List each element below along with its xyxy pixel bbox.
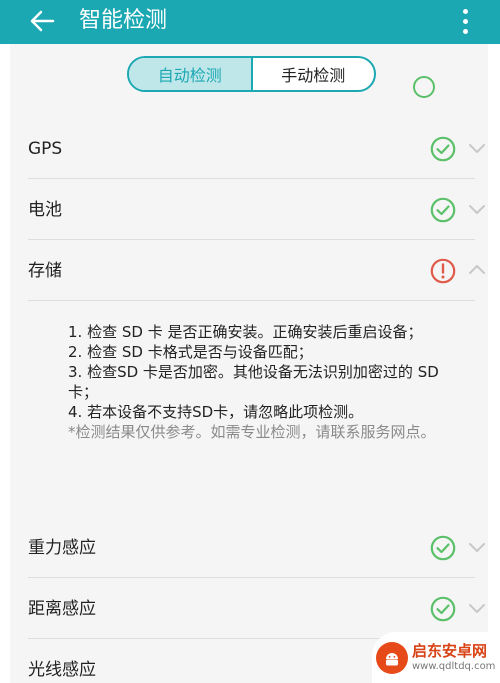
chevron-down-icon[interactable] xyxy=(468,202,486,216)
chevron-down-icon[interactable] xyxy=(468,141,486,155)
list-item-label: GPS xyxy=(28,139,63,159)
tab-auto-detect[interactable]: 自动检测 xyxy=(129,58,253,90)
chevron-up-icon[interactable] xyxy=(468,263,486,277)
detail-note: *检测结果仅供参考。如需专业检测，请联系服务网点。 xyxy=(68,423,436,441)
tab-manual-detect[interactable]: 手动检测 xyxy=(253,58,375,90)
exclamation-circle-icon xyxy=(430,258,456,284)
back-button[interactable] xyxy=(24,4,60,38)
more-menu-button[interactable] xyxy=(451,4,479,38)
watermark: 启东安卓网 www.qdltdq.com xyxy=(372,632,500,683)
list-item-proximity-sensor[interactable]: 距离感应 xyxy=(28,579,485,639)
list-item-gravity-sensor[interactable]: 重力感应 xyxy=(28,518,485,578)
watermark-name: 启东安卓网 xyxy=(412,642,488,660)
detail-item: 2. 检查 SD 卡格式是否与设备匹配； xyxy=(68,343,313,361)
page-title: 智能检测 xyxy=(79,8,168,33)
app-bar: 智能检测 xyxy=(0,0,500,44)
check-circle-icon xyxy=(430,535,456,561)
list-item-storage[interactable]: 存储 xyxy=(28,241,485,301)
list-item-label: 电池 xyxy=(28,200,62,220)
mode-segmented-control: 自动检测 手动检测 xyxy=(127,56,376,92)
detail-item: 1. 检查 SD 卡 是否正确安装。正确安装后重启设备； xyxy=(68,323,423,341)
list-item-label: 重力感应 xyxy=(28,538,96,558)
list-item-label: 距离感应 xyxy=(28,599,96,619)
watermark-url: www.qdltdq.com xyxy=(412,661,496,672)
check-circle-icon xyxy=(430,136,456,162)
list-item-label: 存储 xyxy=(28,261,62,281)
check-circle-icon xyxy=(430,596,456,622)
detail-item: 3. 检查SD 卡是否加密。其他设备无法识别加密过的 SD 卡； xyxy=(68,363,439,401)
list-item-label: 光线感应 xyxy=(28,660,96,680)
list-item-gps[interactable]: GPS xyxy=(28,119,485,179)
check-circle-icon xyxy=(413,76,435,98)
android-logo-icon xyxy=(386,652,398,665)
check-circle-icon xyxy=(430,197,456,223)
list-item-battery[interactable]: 电池 xyxy=(28,180,485,240)
watermark-logo xyxy=(376,641,408,674)
chevron-down-icon[interactable] xyxy=(468,540,486,554)
chevron-down-icon[interactable] xyxy=(468,601,486,615)
back-arrow-icon xyxy=(30,10,55,32)
content-area: 自动检测 手动检测 GPS 电池 存储 1. 检查 SD 卡 是否正确安装。正确… xyxy=(10,44,488,683)
more-vert-icon xyxy=(462,8,468,14)
storage-details: 1. 检查 SD 卡 是否正确安装。正确安装后重启设备； 2. 检查 SD 卡格… xyxy=(68,322,468,442)
detail-item: 4. 若本设备不支持SD卡，请忽略此项检测。 xyxy=(68,403,364,421)
